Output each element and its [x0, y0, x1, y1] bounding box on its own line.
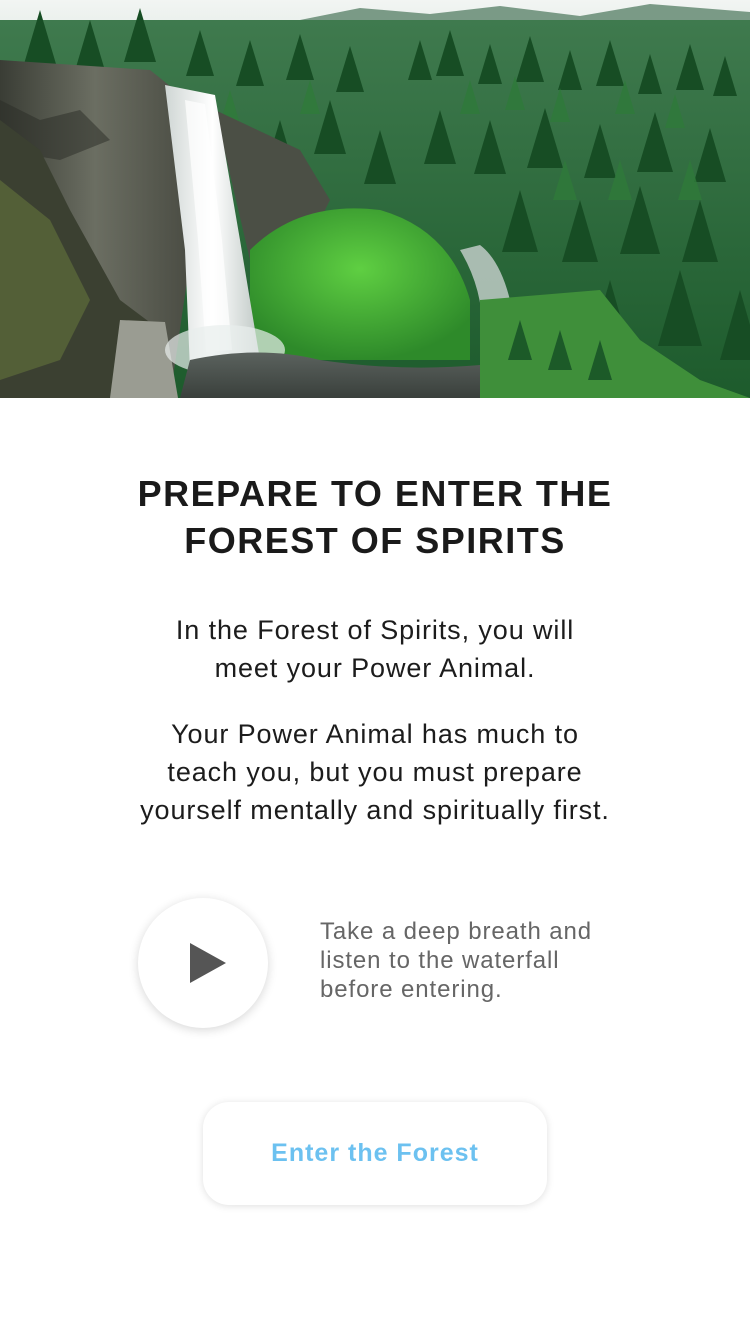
details-line: Your Power Animal has much to — [171, 719, 579, 749]
title-line: FOREST OF SPIRITS — [184, 520, 566, 561]
audio-caption-line: before entering. — [320, 976, 503, 1003]
details-line: yourself mentally and spiritually first. — [140, 795, 610, 825]
page-title: PREPARE TO ENTER THE FOREST OF SPIRITS — [60, 470, 690, 564]
title-line: PREPARE TO ENTER THE — [137, 473, 613, 514]
play-audio-button[interactable] — [138, 898, 268, 1028]
details-text: Your Power Animal has much to teach you,… — [70, 715, 680, 829]
waterfall-forest-image — [0, 0, 750, 398]
play-icon — [190, 943, 226, 983]
intro-line: In the Forest of Spirits, you will — [175, 615, 575, 645]
audio-caption: Take a deep breath and listen to the wat… — [320, 917, 650, 1004]
intro-text: In the Forest of Spirits, you will meet … — [70, 611, 680, 687]
audio-caption-line: Take a deep breath and — [320, 918, 592, 945]
screen: PREPARE TO ENTER THE FOREST OF SPIRITS I… — [0, 0, 750, 1334]
audio-caption-line: listen to the waterfall — [320, 947, 560, 974]
intro-line: meet your Power Animal. — [214, 653, 536, 683]
enter-forest-button[interactable]: Enter the Forest — [203, 1102, 547, 1205]
hero-image — [0, 0, 750, 398]
details-line: teach you, but you must prepare — [167, 757, 583, 787]
